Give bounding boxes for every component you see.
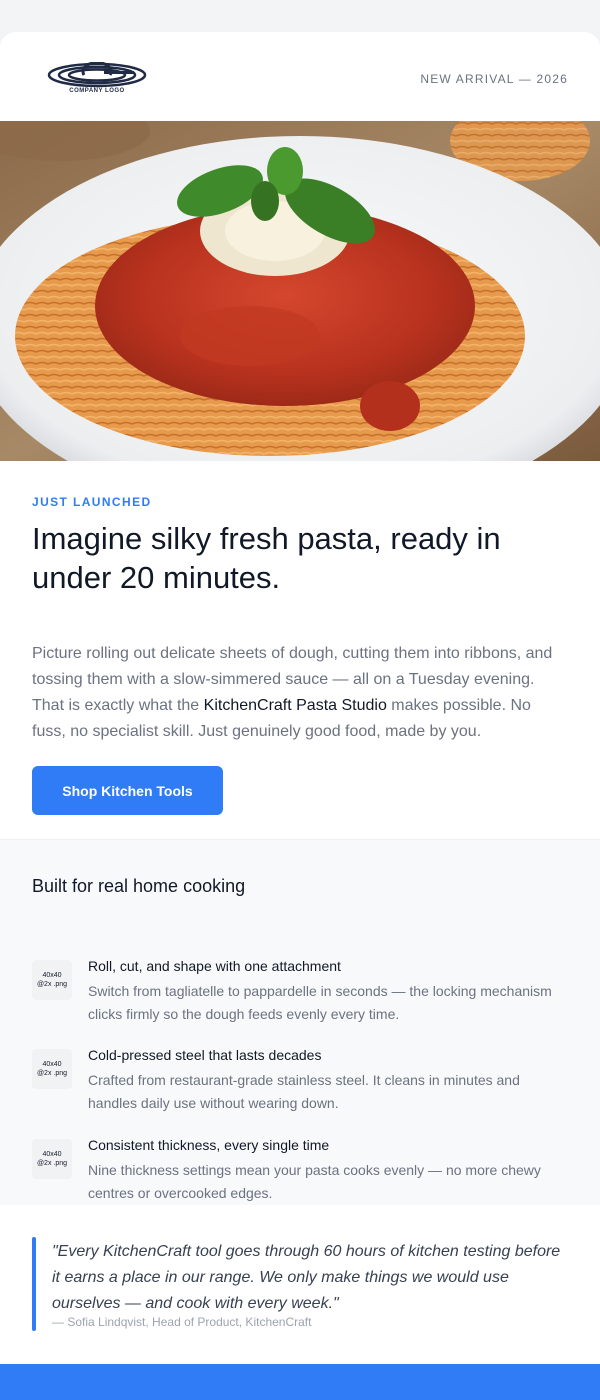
- feature-icon-label: 40x40 @2x .png: [36, 1151, 68, 1167]
- features-section: Built for real home cooking 40x40 @2x .p…: [0, 840, 600, 1205]
- quote-author: — Sofia Lindqvist, Head of Product, Kitc…: [52, 1315, 312, 1329]
- headline: Imagine silky fresh pasta, ready in unde…: [32, 521, 501, 595]
- logo-mark-icon: [47, 61, 147, 88]
- quote-text: "Every KitchenCraft tool goes through 60…: [52, 1243, 561, 1312]
- feature-placeholder-icon: 40x40 @2x .png: [32, 1049, 72, 1089]
- testimonial-quote: "Every KitchenCraft tool goes through 60…: [0, 1205, 600, 1365]
- feature-description: Switch from tagliatelle to pappardelle i…: [88, 983, 552, 1022]
- feature-icon-label: 40x40 @2x .png: [36, 1061, 68, 1077]
- shop-kitchen-tools-button[interactable]: Shop Kitchen Tools: [32, 766, 223, 815]
- feature-icon-label: 40x40 @2x .png: [36, 972, 68, 988]
- features-title: Built for real home cooking: [32, 876, 246, 896]
- feature-item: 40x40 @2x .png Cold-pressed steel that l…: [32, 1047, 572, 1119]
- feature-title: Cold-pressed steel that lasts decades: [88, 1047, 322, 1063]
- eyebrow-label: JUST LAUNCHED: [32, 495, 152, 509]
- feature-placeholder-icon: 40x40 @2x .png: [32, 1139, 72, 1179]
- brand-name: KitchenCraft Pasta Studio: [203, 697, 387, 714]
- company-logo[interactable]: COMPANY LOGO: [44, 61, 154, 98]
- main-content: JUST LAUNCHED Imagine silky fresh pasta,…: [0, 461, 600, 840]
- email-card: COMPANY LOGO NEW ARRIVAL — 2026 JUST LAU…: [0, 32, 600, 1400]
- feature-item: 40x40 @2x .png Consistent thickness, eve…: [32, 1137, 572, 1209]
- feature-description: Nine thickness settings mean your pasta …: [88, 1162, 541, 1201]
- header-meta: NEW ARRIVAL — 2026: [420, 72, 568, 86]
- feature-title: Consistent thickness, every single time: [88, 1137, 330, 1153]
- body-text: Picture rolling out delicate sheets of d…: [32, 641, 568, 745]
- hero-image: [0, 121, 600, 461]
- feature-placeholder-icon: 40x40 @2x .png: [32, 960, 72, 1000]
- email-header: COMPANY LOGO NEW ARRIVAL — 2026: [0, 32, 600, 121]
- quote-accent-bar: [32, 1237, 36, 1331]
- logo-text: COMPANY LOGO: [69, 88, 125, 94]
- feature-title: Roll, cut, and shape with one attachment: [88, 958, 341, 974]
- feature-item: 40x40 @2x .png Roll, cut, and shape with…: [32, 958, 572, 1030]
- feature-description: Crafted from restaurant-grade stainless …: [88, 1072, 520, 1111]
- footer-bar: [0, 1364, 600, 1400]
